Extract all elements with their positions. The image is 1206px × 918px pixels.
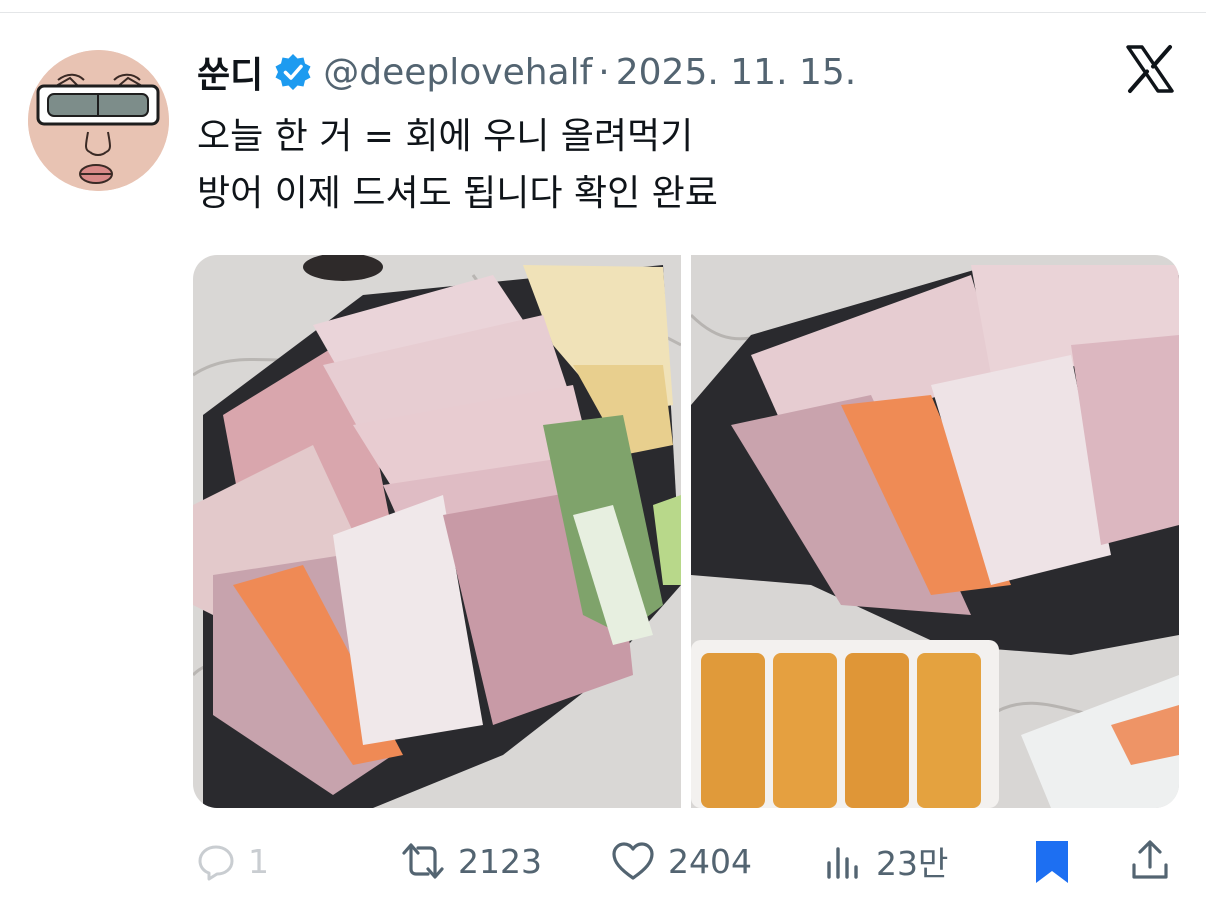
tweet-text-line: 방어 이제 드셔도 됩니다 확인 완료 — [197, 173, 718, 214]
share-button[interactable] — [1130, 830, 1170, 892]
views-button[interactable]: 23만 — [824, 830, 948, 892]
avatar[interactable] — [28, 50, 169, 191]
retweet-button[interactable]: 2123 — [400, 830, 542, 892]
display-name[interactable]: 쑨디 — [197, 46, 263, 98]
reply-button[interactable]: 1 — [196, 830, 269, 892]
handle[interactable]: @deeplovehalf — [323, 52, 592, 93]
tweet-text-line: 오늘 한 거 = 회에 우니 올려먹기 — [197, 116, 694, 157]
x-logo-icon[interactable] — [1124, 43, 1176, 95]
views-icon — [824, 841, 864, 881]
share-icon — [1130, 839, 1170, 883]
avatar-illustration — [28, 50, 169, 191]
tweet-card: 쑨디 @deeplovehalf · 2025. 11. 15. 오늘 한 거 … — [0, 0, 1206, 918]
reply-icon — [196, 841, 236, 881]
header-separator: · — [598, 51, 610, 93]
tweet-header: 쑨디 @deeplovehalf · 2025. 11. 15. — [197, 44, 856, 100]
view-count: 23만 — [876, 844, 949, 883]
media-grid — [193, 255, 1179, 808]
verified-badge-icon — [273, 52, 313, 92]
reply-count: 1 — [248, 841, 269, 881]
bookmark-icon — [1032, 837, 1072, 885]
like-button[interactable]: 2404 — [610, 830, 752, 892]
heart-icon — [610, 840, 656, 882]
retweet-count: 2123 — [458, 841, 542, 881]
photo-sashimi-left[interactable] — [193, 255, 681, 808]
tweet-text: 오늘 한 거 = 회에 우니 올려먹기 방어 이제 드셔도 됩니다 확인 완료 — [197, 108, 718, 222]
retweet-icon — [400, 841, 446, 881]
action-bar: 1 2123 2404 23만 — [190, 830, 1180, 892]
like-count: 2404 — [668, 841, 752, 881]
post-date[interactable]: 2025. 11. 15. — [616, 52, 856, 93]
photo-sashimi-right[interactable] — [691, 255, 1179, 808]
bookmark-button[interactable] — [1032, 830, 1072, 892]
top-divider — [0, 12, 1206, 13]
